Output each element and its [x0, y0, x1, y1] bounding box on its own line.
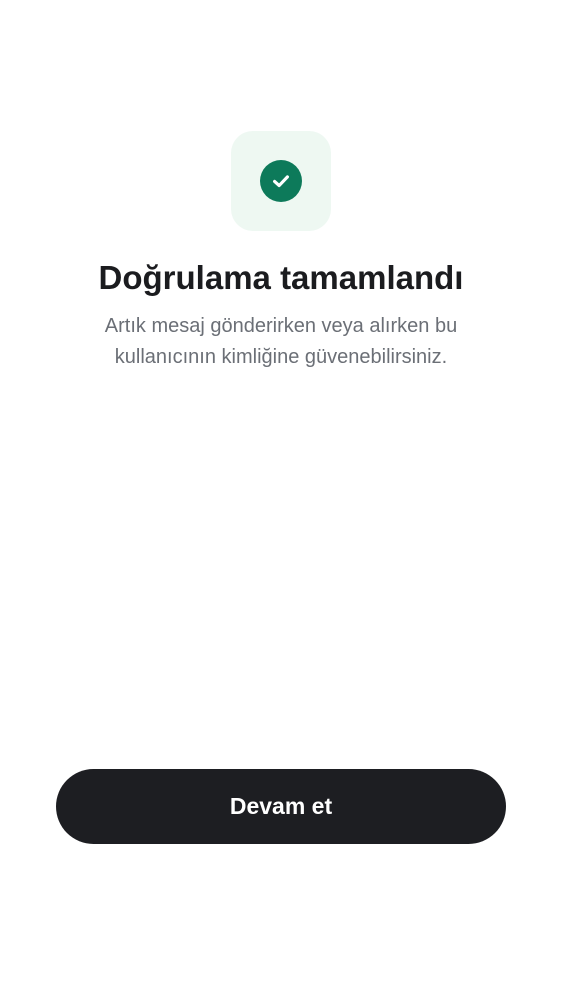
- description-line-1: Artık mesaj gönderirken veya alırken bu: [104, 315, 458, 337]
- description-line-2: kullanıcının kimliğine güvenebilirsiniz.: [114, 346, 448, 368]
- check-circle-icon: [260, 160, 302, 202]
- continue-button[interactable]: Devam et: [56, 769, 506, 844]
- success-icon-tile: [231, 131, 331, 231]
- page-title: Doğrulama tamamlandı: [98, 259, 464, 296]
- checkmark-icon: [273, 175, 289, 188]
- page-description: Artık mesaj gönderirken veya alırken bu …: [60, 311, 502, 373]
